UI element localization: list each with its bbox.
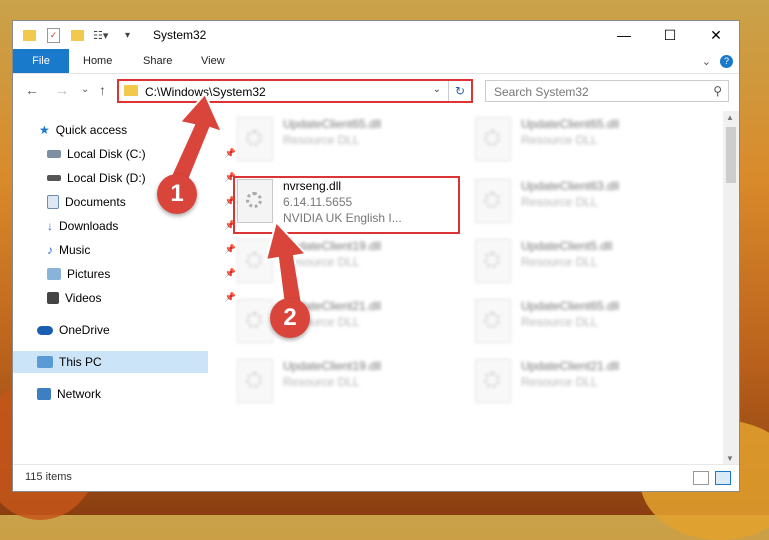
close-button[interactable]: ✕ (693, 21, 739, 49)
item-count: 115 items (25, 471, 72, 483)
details-view-icon[interactable] (693, 471, 709, 485)
computer-icon (37, 356, 53, 368)
file-type: Resource DLL (521, 133, 598, 147)
sidebar-item-label: Quick access (55, 123, 128, 137)
explorer-window: ✓ ☷▾ ▾ System32 — ☐ ✕ File Home Share Vi… (12, 20, 740, 492)
sidebar-item-label: OneDrive (59, 323, 110, 337)
list-item[interactable]: UpdateClient65.dll Resource DLL (237, 117, 467, 173)
dll-file-icon (475, 239, 511, 283)
sidebar-item-label: Pictures (67, 267, 111, 281)
network-icon (37, 388, 51, 400)
properties-icon[interactable]: ✓ (47, 27, 60, 43)
dll-file-icon (237, 359, 273, 403)
tab-file[interactable]: File (13, 49, 69, 73)
customize-toolbar-icon[interactable]: ☷▾ (93, 27, 108, 43)
file-type: Resource DLL (521, 195, 598, 209)
vertical-scrollbar[interactable]: ▲ ▼ (723, 111, 739, 465)
sidebar-item-label: This PC (59, 355, 102, 369)
dll-file-icon (475, 359, 511, 403)
scroll-thumb[interactable] (726, 127, 736, 183)
search-input[interactable]: Search System32 ⚲ (485, 80, 729, 102)
file-name: UpdateClient63.dll (521, 179, 620, 193)
download-icon: ↓ (47, 219, 53, 233)
navigation-bar: ← → ⌄ ↑ C:\Windows\System32 ⌄ ↻ Search S… (13, 74, 739, 108)
title-bar: ✓ ☷▾ ▾ System32 — ☐ ✕ (13, 21, 739, 49)
sidebar-item-label: Music (59, 243, 91, 257)
address-dropdown-icon[interactable]: ⌄ (433, 84, 441, 95)
tab-home[interactable]: Home (83, 49, 112, 73)
scroll-down-icon[interactable]: ▼ (726, 454, 734, 463)
sidebar-item-label: Local Disk (C:) (67, 147, 146, 161)
sidebar-item-network[interactable]: Network (13, 383, 232, 405)
dll-file-icon (475, 299, 511, 343)
search-placeholder: Search System32 (494, 85, 589, 99)
file-name: UpdateClient21.dll (521, 359, 620, 373)
music-icon: ♪ (47, 243, 53, 257)
large-icons-view-icon[interactable] (715, 471, 731, 485)
file-name: UpdateClient65.dll (521, 299, 620, 313)
folder-icon (124, 85, 138, 96)
drive-icon (47, 175, 61, 181)
search-icon[interactable]: ⚲ (713, 84, 722, 98)
dll-file-icon (475, 117, 511, 161)
file-name: UpdateClient65.dll (283, 117, 382, 131)
list-item[interactable]: UpdateClient65.dll Resource DLL (475, 117, 705, 173)
sidebar-item-videos[interactable]: Videos 📌 (13, 287, 242, 309)
list-item[interactable]: UpdateClient19.dll Resource DLL (237, 359, 467, 415)
cloud-icon (37, 325, 53, 335)
dll-file-icon (237, 117, 273, 161)
file-type: Resource DLL (521, 255, 598, 269)
list-item[interactable]: UpdateClient65.dll Resource DLL (475, 299, 705, 355)
step-1-badge: 1 (157, 174, 197, 214)
list-item[interactable]: UpdateClient63.dll Resource DLL (475, 179, 705, 235)
sidebar-item-downloads[interactable]: ↓ Downloads 📌 (13, 215, 242, 237)
file-type: Resource DLL (521, 315, 598, 329)
list-item[interactable]: UpdateClient5.dll Resource DLL (475, 239, 705, 295)
list-item[interactable]: UpdateClient21.dll Resource DLL (475, 359, 705, 415)
back-button[interactable]: ← (25, 82, 39, 98)
status-bar: 115 items (13, 464, 739, 491)
documents-icon (47, 195, 59, 209)
file-name: UpdateClient65.dll (521, 117, 620, 131)
quick-access-dropdown-icon[interactable]: ▾ (125, 27, 130, 43)
tab-view[interactable]: View (201, 49, 225, 73)
ribbon: File Home Share View ⌄ ? (13, 49, 739, 74)
ribbon-expand-icon[interactable]: ⌄ (702, 49, 711, 73)
file-type: Resource DLL (283, 133, 360, 147)
sidebar-item-onedrive[interactable]: OneDrive (13, 319, 232, 341)
up-button[interactable]: ↑ (99, 82, 106, 98)
sidebar-item-label: Downloads (59, 219, 119, 233)
step-2-badge: 2 (270, 298, 310, 338)
file-type: Resource DLL (283, 375, 360, 389)
recent-locations-icon[interactable]: ⌄ (81, 84, 89, 95)
file-type: Resource DLL (521, 375, 598, 389)
sidebar-item-this-pc[interactable]: This PC (13, 351, 208, 373)
sidebar-item-pictures[interactable]: Pictures 📌 (13, 263, 242, 285)
tab-share[interactable]: Share (143, 49, 172, 73)
videos-icon (47, 292, 59, 304)
pictures-icon (47, 268, 61, 280)
dll-file-icon (475, 179, 511, 223)
new-folder-icon[interactable] (71, 27, 84, 43)
maximize-button[interactable]: ☐ (647, 21, 693, 49)
refresh-button[interactable]: ↻ (448, 81, 471, 101)
drive-icon (47, 150, 61, 158)
file-name: UpdateClient19.dll (283, 359, 382, 373)
file-name: UpdateClient5.dll (521, 239, 613, 253)
sidebar-item-label: Documents (65, 195, 126, 209)
scroll-up-icon[interactable]: ▲ (726, 113, 734, 122)
folder-icon (23, 27, 36, 43)
forward-button[interactable]: → (55, 82, 69, 98)
help-icon[interactable]: ? (720, 49, 733, 73)
sidebar-item-label: Videos (65, 291, 102, 305)
sidebar-item-label: Local Disk (D:) (67, 171, 146, 185)
sidebar-item-music[interactable]: ♪ Music 📌 (13, 239, 242, 261)
sidebar-item-label: Network (57, 387, 102, 401)
star-icon: ★ (39, 123, 50, 137)
window-title: System32 (153, 28, 207, 42)
minimize-button[interactable]: — (601, 21, 647, 49)
